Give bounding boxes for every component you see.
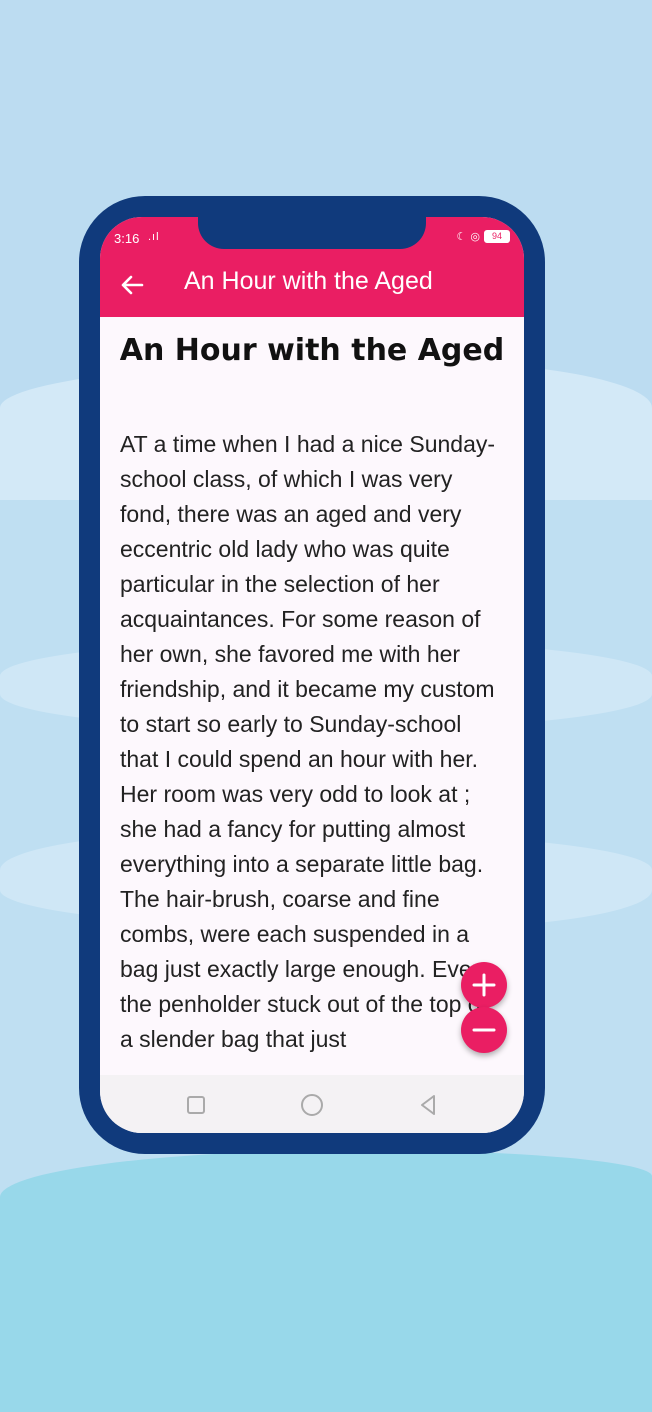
system-back-button[interactable] xyxy=(416,1093,440,1117)
story-body: AT a time when I had a nice Sunday-schoo… xyxy=(120,431,496,1052)
triangle-icon xyxy=(421,1095,435,1115)
app-bar-title: An Hour with the Aged xyxy=(184,267,433,295)
background-bottom xyxy=(0,1150,652,1412)
zoom-out-button[interactable] xyxy=(461,1007,507,1053)
phone-frame: 3:16 .ıl ☾ ◎ 94 An Hour with the Aged An… xyxy=(79,196,545,1154)
minus-icon xyxy=(472,1028,496,1032)
home-button[interactable] xyxy=(300,1093,324,1117)
camera-notch xyxy=(198,217,426,249)
back-button[interactable] xyxy=(116,269,148,301)
phone-screen: 3:16 .ıl ☾ ◎ 94 An Hour with the Aged An… xyxy=(100,217,524,1133)
battery-icon: 94 xyxy=(484,230,510,243)
alarm-icon: ◎ xyxy=(470,231,480,243)
moon-icon: ☾ xyxy=(456,231,467,243)
signal-icon: .ıl xyxy=(148,231,160,243)
zoom-in-button[interactable] xyxy=(461,962,507,1008)
recent-apps-button[interactable] xyxy=(184,1093,208,1117)
square-icon xyxy=(187,1096,205,1114)
story-title: An Hour with the Aged xyxy=(119,333,505,368)
plus-icon xyxy=(472,973,496,997)
arrow-back-icon xyxy=(121,275,144,295)
app-bar: 3:16 .ıl ☾ ◎ 94 An Hour with the Aged xyxy=(100,217,524,317)
status-time: 3:16 xyxy=(114,231,140,246)
status-icons: ☾ ◎ 94 xyxy=(457,230,510,243)
circle-icon xyxy=(301,1094,323,1116)
system-nav-bar xyxy=(100,1075,524,1133)
